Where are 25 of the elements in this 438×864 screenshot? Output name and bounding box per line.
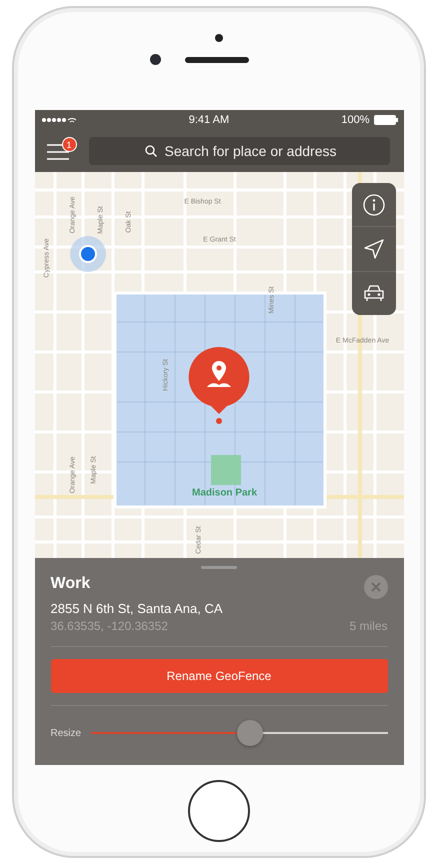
resize-label: Resize [50,728,82,738]
sensor-dot [215,34,223,42]
car-icon [362,284,384,302]
search-field[interactable]: Search for place or address [88,137,390,165]
address-text: 2855 N 6th St, Santa Ana, CA [50,601,224,616]
speaker-grille [184,56,248,62]
coordinates-text: 36.63535, -120.36352 [50,619,168,633]
signal-icon [40,116,76,124]
slider-thumb[interactable] [237,720,264,746]
menu-button[interactable]: 1 [46,139,74,163]
close-icon [370,582,380,592]
resize-slider-track[interactable] [91,720,388,746]
sheet-handle[interactable] [201,566,237,569]
park-label: Madison Park [192,488,258,498]
search-icon [144,145,156,157]
rename-geofence-button[interactable]: Rename GeoFence [50,659,388,693]
battery-percent: 100% [341,114,370,126]
geofence-title: Work [50,575,90,593]
info-icon [362,194,384,216]
status-time: 9:41 AM [188,114,230,126]
battery-icon [374,115,398,125]
location-arrow-icon [364,238,384,259]
camera-lens [150,54,160,65]
notification-badge: 1 [62,137,76,152]
distance-text: 5 miles [349,619,388,633]
